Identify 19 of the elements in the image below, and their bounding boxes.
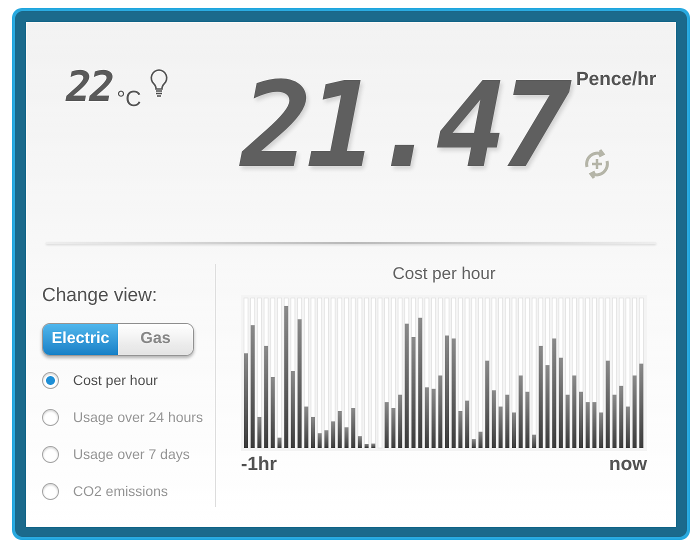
radio-button[interactable] [42, 372, 59, 388]
fuel-toggle-segment[interactable]: Gas [118, 324, 193, 354]
radio-button[interactable] [42, 482, 59, 500]
change-view-label: Change view: [42, 284, 158, 308]
temperature-value: 22 [66, 66, 113, 108]
cost-unit: Pence/hr [576, 68, 656, 92]
radio-button[interactable] [42, 408, 59, 426]
cost-reading: 21.47 [240, 66, 566, 196]
fuel-toggle-segment[interactable]: Electric [43, 324, 118, 354]
view-option-label[interactable]: Usage over 7 days [73, 444, 190, 464]
view-option-label[interactable]: Usage over 24 hours [73, 406, 203, 428]
axis-end-label: now [609, 452, 647, 476]
light-bulb-icon [149, 68, 170, 98]
axis-start-label: -1hr [241, 452, 277, 476]
radio-button[interactable] [42, 446, 59, 462]
chart-title: Cost per hour [392, 263, 496, 285]
view-option-label[interactable]: Cost per hour [73, 370, 158, 390]
view-option-label[interactable]: CO2 emissions [73, 480, 168, 502]
temperature-unit: °C [116, 85, 142, 113]
